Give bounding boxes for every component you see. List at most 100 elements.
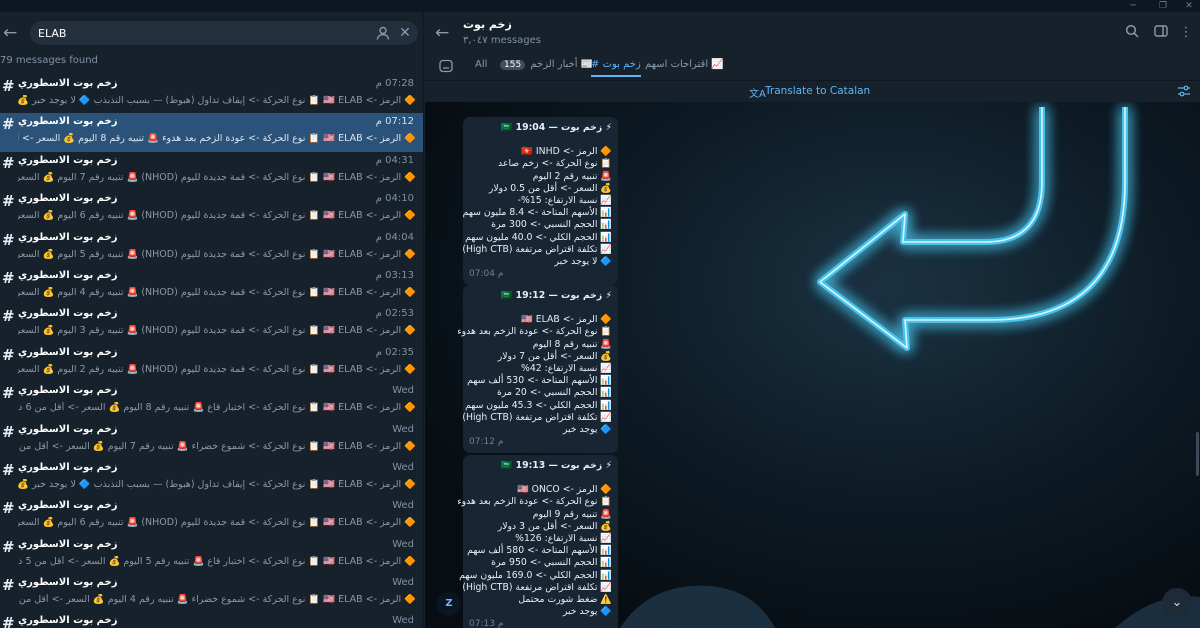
message-bubble[interactable]: ⚡ زخم بوت — 19:12 🇸🇦 🔶 الرمز -> 🇺🇸 ELAB 📋 … [457,285,618,454]
translate-icon: 文A [749,89,766,100]
result-time: Wed [392,423,414,435]
result-snippet: 🔶 الرمز -> 🇺🇸 ELAB 📋 نوع الحركة -> قمة ج… [18,325,416,337]
hashtag-icon: # [2,576,15,595]
hashtag-icon: # [2,307,15,326]
hashtag-icon: # [2,268,15,287]
message-line: 📈 نسبة الارتفاع: 42% [521,363,612,375]
result-time: 02:35 م [375,346,414,358]
search-result-item[interactable]: # زخم بوت الاسطوري Wed [0,612,423,628]
maximize-icon[interactable]: ❐ [1152,0,1174,12]
result-chat-name: زخم بوت الاسطوري [18,577,118,589]
sidebar-toggle-icon[interactable] [1152,24,1170,42]
tab-all[interactable]: All [475,59,487,77]
message-line: 🚨 تنبيه رقم 2 اليوم [532,170,612,182]
back-arrow-icon[interactable]: ← [3,24,21,42]
hashtag-icon: # [2,422,15,441]
hashtag-icon: # [2,192,15,211]
result-snippet: 🔶 الرمز -> 🇺🇸 ELAB 📋 نوع الحركة -> قمة ج… [18,286,416,298]
search-result-item[interactable]: # زخم بوت الاسطوري Wed 🔶 الرمز -> 🇺🇸 ELAB 📋… [0,421,423,459]
search-box[interactable]: ✕ [30,21,418,45]
person-icon[interactable] [375,25,391,41]
message-title: ⚡ زخم بوت — 19:13 🇸🇦 [500,460,612,471]
search-result-item[interactable]: # زخم بوت الاسطوري Wed 🔶 الرمز -> 🇺🇸 ELAB 📋… [0,497,423,535]
message-line: 📊 الحجم الكلي -> 169.0 مليون سهم [459,569,612,581]
search-result-item[interactable]: # زخم بوت الاسطوري Wed 🔶 الرمز -> 🇺🇸 ELAB 📋… [0,536,423,574]
close-window-icon[interactable]: ✕ [1178,0,1200,12]
message-line: ⚠️ ضغط شورت محتمل [518,594,612,606]
message-line: 📋 نوع الحركة -> عودة الزخم بعد هدوء [457,496,612,508]
hashtag-icon: # [2,77,15,95]
translate-label[interactable]: Translate to Catalan [765,85,870,97]
search-result-item[interactable]: # زخم بوت الاسطوري 04:31 م 🔶 الرمز -> 🇺🇸 EL… [0,152,423,190]
chat-header: ← زخم بوت ٣,٠٤٧ messages ⋮ [425,12,1200,54]
chat-scrollbar[interactable] [1196,432,1199,476]
tab-momentum-bot[interactable]: # زخم بوت [591,59,641,77]
topic-tabs: All 155 أخبار الزخم 📰 # زخم بوت اقتراحات… [425,54,1200,80]
search-result-item[interactable]: # زخم بوت الاسطوري Wed 🔶 الرمز -> 🇺🇸 ELAB 📋… [0,574,423,612]
search-input[interactable] [38,25,338,41]
hashtag-icon: # [2,230,15,249]
result-time: Wed [392,538,414,550]
message-line: 📈 نسبة الارتفاع: 15%- [517,195,612,207]
search-result-item[interactable]: # زخم بوت الاسطوري 07:28 م 🔶 الرمز -> 🇺🇸 EL… [0,75,423,113]
title-bar: ─ ❐ ✕ [0,0,1200,12]
search-result-item[interactable]: # زخم بوت الاسطوري 04:04 م 🔶 الرمز -> 🇺🇸 EL… [0,229,423,267]
result-chat-name: زخم بوت الاسطوري [18,385,118,397]
close-icon[interactable]: ✕ [396,24,414,42]
message-time: 07:04 م [469,269,504,280]
search-result-item[interactable]: # زخم بوت الاسطوري 02:35 م 🔶 الرمز -> 🇺🇸 EL… [0,344,423,382]
scroll-down-button[interactable]: ⌄ [1162,588,1192,618]
search-result-item[interactable]: # زخم بوت الاسطوري 02:53 م 🔶 الرمز -> 🇺🇸 EL… [0,305,423,343]
result-chat-name: زخم بوت الاسطوري [18,193,118,205]
search-icon[interactable] [1123,24,1141,42]
tab-stock-suggestions[interactable]: اقتراحات اسهم 📈 [645,59,724,77]
translate-bar[interactable]: 文A Translate to Catalan [425,80,1200,102]
message-line: 📊 الحجم الكلي -> 40.0 مليون سهم [465,231,612,243]
result-snippet: 🔶 الرمز -> 🇺🇸 ELAB 📋 نوع الحركة -> قمة ج… [18,248,416,260]
search-result-item[interactable]: # زخم بوت الاسطوري 03:13 م 🔶 الرمز -> 🇺🇸 EL… [0,267,423,305]
hashtag-icon: # [2,115,15,134]
result-time: Wed [392,615,414,627]
message-line: 🔶 الرمز -> 🇺🇸 ELAB [521,314,612,326]
tab-momentum-news[interactable]: 155 أخبار الزخم 📰 [500,59,593,77]
result-time: Wed [392,577,414,589]
search-result-item[interactable]: # زخم بوت الاسطوري 07:12 م 🔶 الرمز -> 🇺🇸 EL… [0,113,423,152]
result-time: 04:10 م [375,193,414,205]
message-title: ⚡ زخم بوت — 19:04 🇸🇦 [500,122,612,133]
result-time: Wed [392,385,414,397]
back-arrow-icon[interactable]: ← [435,24,449,42]
search-result-item[interactable]: # زخم بوت الاسطوري Wed 🔶 الرمز -> 🇺🇸 ELAB 📋… [0,459,423,497]
more-vert-icon[interactable]: ⋮ [1177,24,1195,42]
minimize-icon[interactable]: ─ [1122,0,1144,12]
message-line: 📊 الحجم النسبي -> 20 مرة [497,387,612,399]
message-line: 💰 السعر -> أقل من 7 دولار [497,350,612,362]
result-time: 03:13 م [375,269,414,281]
message-line: 🔶 الرمز -> 🇭🇰 INHD [521,146,612,158]
search-row: ← ✕ [0,12,423,54]
hashtag-icon: # [2,614,15,628]
result-chat-name: زخم بوت الاسطوري [18,231,118,243]
hashtag-icon: # [2,537,15,556]
result-snippet: 🔶 الرمز -> 🇺🇸 ELAB 📋 نوع الحركة -> اختبا… [18,555,416,567]
message-line: 🔷 لا يوجد خبر [554,256,612,268]
chat-title[interactable]: زخم بوت [463,18,512,31]
search-result-item[interactable]: # زخم بوت الاسطوري 04:10 م 🔶 الرمز -> 🇺🇸 EL… [0,190,423,228]
message-bubble[interactable]: ⚡ زخم بوت — 19:04 🇸🇦 🔶 الرمز -> 🇭🇰 INHD 📋 … [462,117,618,286]
message-line: 📈 نسبة الارتفاع: 126% [515,533,612,545]
message-bubble[interactable]: ⚡ زخم بوت — 19:13 🇸🇦 🔶 الرمز -> 🇺🇸 ONCO 📋 … [457,455,618,628]
result-chat-name: زخم بوت الاسطوري [18,461,118,473]
result-chat-name: زخم بوت الاسطوري [18,500,118,512]
search-result-item[interactable]: # زخم بوت الاسطوري Wed 🔶 الرمز -> 🇺🇸 ELAB 📋… [0,382,423,420]
hashtag-icon: # [2,499,15,518]
result-snippet: 🔶 الرمز -> 🇺🇸 ELAB 📋 نوع الحركة -> قمة ج… [18,363,416,375]
result-snippet: 🔶 الرمز -> 🇺🇸 ELAB 📋 نوع الحركة -> قمة ج… [18,171,416,183]
chat-panel: ← زخم بوت ٣,٠٤٧ messages ⋮ All 155 أخبار… [425,12,1200,628]
message-line: 📊 الأسهم المتاحة -> 580 ألف سهم [467,545,612,557]
avatar[interactable]: Z [437,592,461,616]
settings-sliders-icon[interactable] [1177,84,1191,101]
telegram-window: ─ ❐ ✕ ← ✕ 79 messages found #زخم بوت الا… [0,0,1200,628]
message-line: 🚨 تنبيه رقم 9 اليوم [532,508,612,520]
tab-topics-list-icon[interactable] [439,59,453,77]
message-time: 07:12 م [469,437,504,448]
message-time: 07:13 م [469,619,504,628]
